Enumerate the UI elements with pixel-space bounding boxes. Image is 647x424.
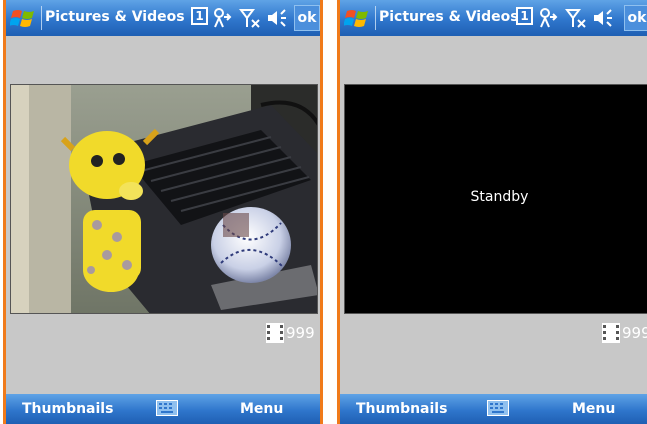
counter-value: 999	[622, 324, 647, 342]
app-title: Pictures & Videos	[45, 9, 185, 25]
signal-off-icon[interactable]	[565, 7, 587, 29]
keyboard-icon[interactable]	[156, 400, 178, 416]
camera-viewfinder: Standby	[344, 84, 647, 314]
connectivity-icon[interactable]	[538, 7, 558, 29]
standby-label: Standby	[470, 189, 529, 205]
thumbnails-softkey[interactable]: Thumbnails	[22, 401, 113, 417]
indicator-1[interactable]: 1	[516, 7, 533, 25]
title-bar: Pictures & Videos 1 ok	[340, 0, 647, 36]
indicator-1[interactable]: 1	[191, 7, 208, 25]
title-bar: Pictures & Videos 1 ok	[6, 0, 320, 36]
speaker-icon[interactable]	[266, 7, 288, 29]
speaker-icon[interactable]	[592, 7, 614, 29]
recording-counter: 999	[602, 322, 647, 344]
windows-flag-icon[interactable]	[344, 7, 372, 29]
right-phone-screen: Pictures & Videos 1 ok Standby 999	[337, 0, 647, 424]
app-title: Pictures & Videos	[379, 9, 519, 25]
thumbnails-softkey[interactable]: Thumbnails	[356, 401, 447, 417]
softkey-bar: Thumbnails Menu	[6, 394, 320, 424]
camera-preview-image	[11, 85, 317, 313]
ok-button[interactable]: ok	[624, 5, 647, 31]
film-icon	[266, 323, 284, 343]
left-phone-screen: Pictures & Videos 1 ok 999 Thumbnails Me…	[3, 0, 323, 424]
signal-off-icon[interactable]	[239, 7, 261, 29]
ok-button[interactable]: ok	[294, 5, 320, 31]
counter-value: 999	[286, 324, 315, 342]
title-separator	[41, 6, 42, 30]
title-separator	[375, 6, 376, 30]
keyboard-icon[interactable]	[487, 400, 509, 416]
windows-flag-icon[interactable]	[10, 7, 38, 29]
connectivity-icon[interactable]	[212, 7, 232, 29]
menu-softkey[interactable]: Menu	[240, 401, 283, 417]
menu-softkey[interactable]: Menu	[572, 401, 615, 417]
camera-viewfinder	[10, 84, 318, 314]
softkey-bar: Thumbnails Menu	[340, 394, 647, 424]
film-icon	[602, 323, 620, 343]
recording-counter: 999	[266, 322, 315, 344]
